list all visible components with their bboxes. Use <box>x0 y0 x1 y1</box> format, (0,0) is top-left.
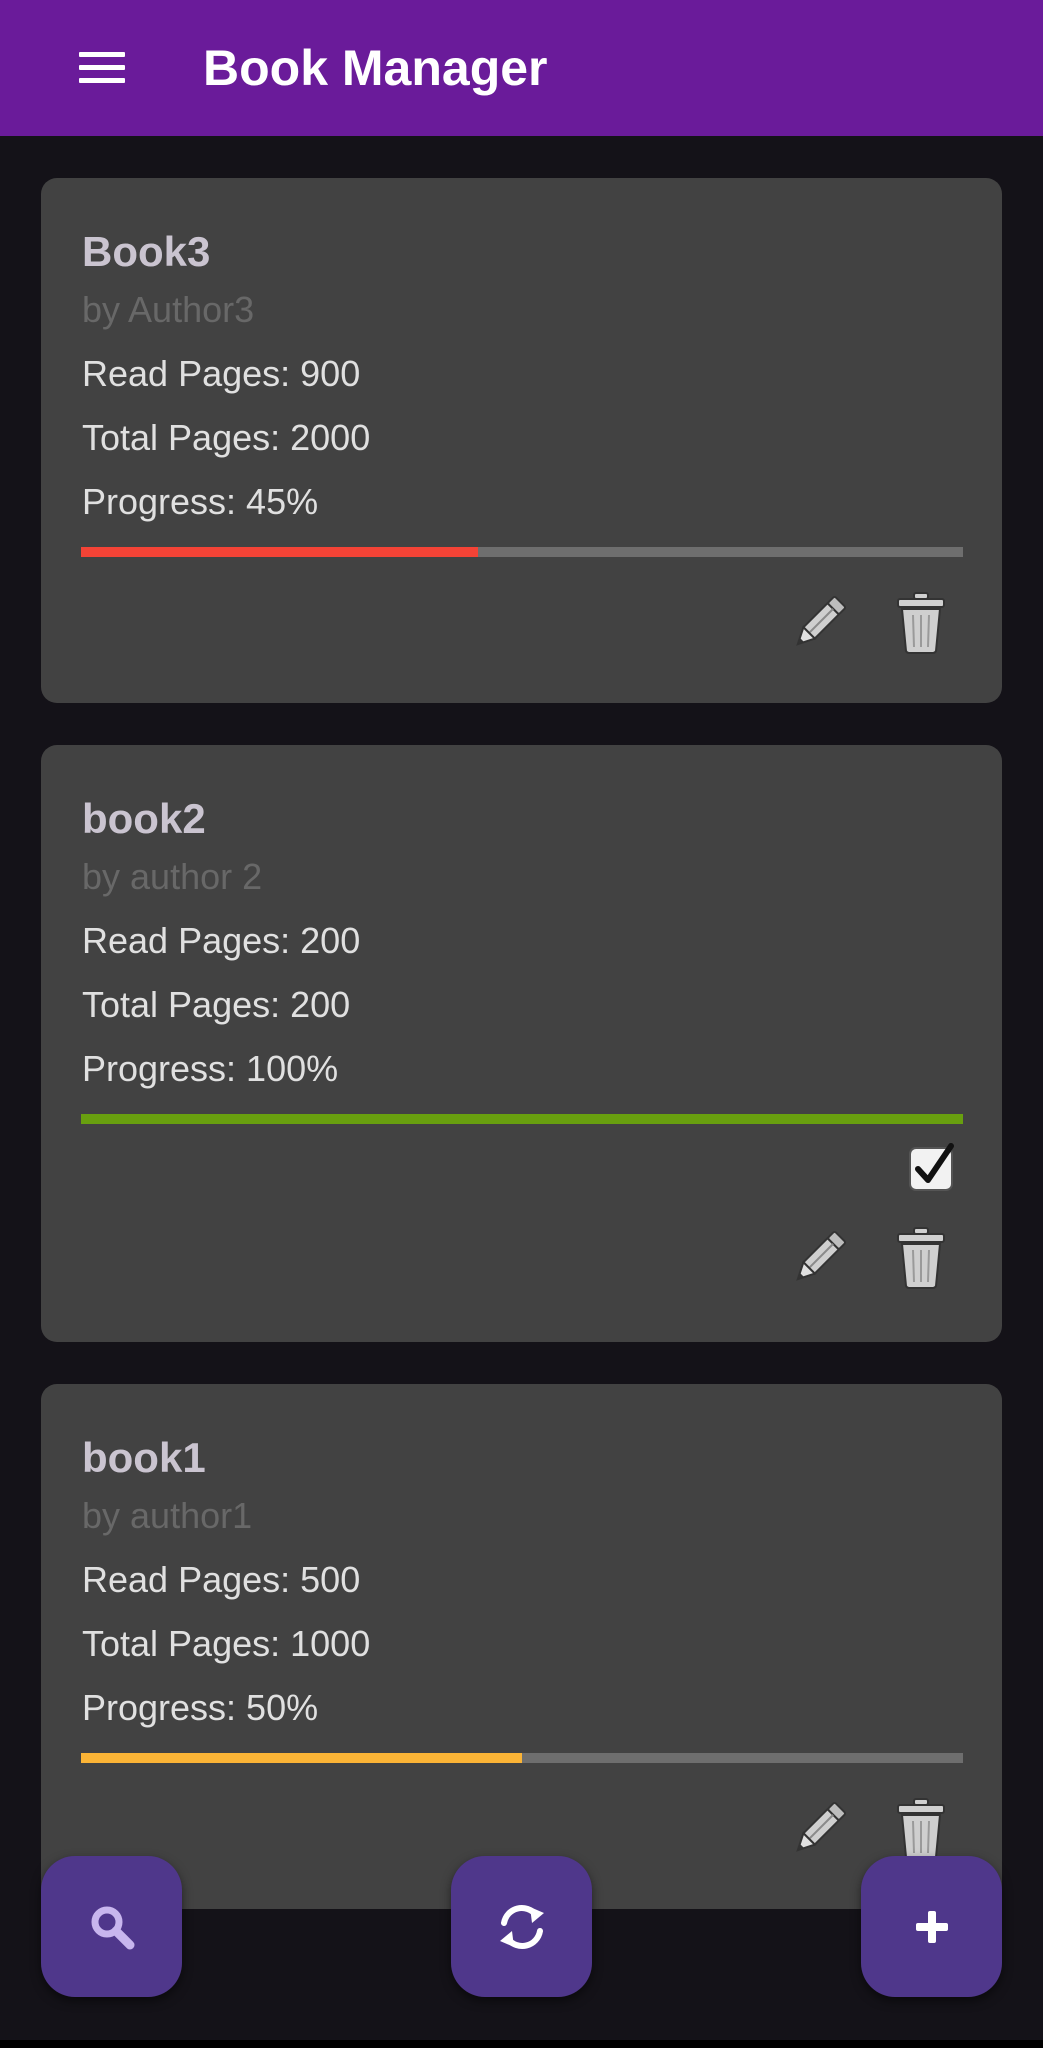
progress-bar <box>81 547 963 557</box>
completed-checkbox[interactable] <box>907 1143 957 1193</box>
pencil-icon <box>796 1801 847 1852</box>
trash-icon <box>897 1227 945 1289</box>
progress-text: Progress: 45% <box>82 481 319 522</box>
add-book-button[interactable] <box>861 1856 1002 1997</box>
total-pages: Total Pages: 1000 <box>82 1623 371 1664</box>
search-button[interactable] <box>41 1856 182 1997</box>
pencil-icon <box>796 595 847 646</box>
progress-fill <box>81 547 478 557</box>
edit-button[interactable] <box>781 1220 857 1296</box>
hamburger-menu-icon <box>79 52 125 83</box>
book-author: by Author3 <box>82 289 255 330</box>
menu-button[interactable] <box>62 34 142 102</box>
trash-icon <box>897 1798 945 1860</box>
progress-fill <box>81 1753 522 1763</box>
total-pages: Total Pages: 2000 <box>82 417 371 458</box>
progress-bar <box>81 1753 963 1763</box>
sync-icon <box>499 1904 544 1949</box>
read-pages: Read Pages: 500 <box>82 1559 361 1600</box>
book-card: Book3 by Author3 Read Pages: 900 Total P… <box>41 178 1002 703</box>
delete-button[interactable] <box>883 585 959 661</box>
progress-text: Progress: 100% <box>82 1048 339 1089</box>
progress-text: Progress: 50% <box>82 1687 319 1728</box>
progress-fill <box>81 1114 963 1124</box>
total-pages: Total Pages: 200 <box>82 984 351 1025</box>
trash-icon <box>897 592 945 654</box>
book-card: book1 by author1 Read Pages: 500 Total P… <box>41 1384 1002 1909</box>
delete-button[interactable] <box>883 1220 959 1296</box>
book-title: Book3 <box>82 228 211 275</box>
pencil-icon <box>796 1230 847 1281</box>
book-title: book1 <box>82 1434 206 1481</box>
book-author: by author1 <box>82 1495 253 1536</box>
read-pages: Read Pages: 200 <box>82 920 361 961</box>
read-pages: Read Pages: 900 <box>82 353 361 394</box>
checkbox-checked-icon <box>909 1143 954 1191</box>
edit-button[interactable] <box>781 585 857 661</box>
book-title: book2 <box>82 795 206 842</box>
book-author: by author 2 <box>82 856 263 897</box>
app-bar: Book Manager <box>0 0 1043 136</box>
page-title: Book Manager <box>203 40 548 96</box>
search-icon <box>91 1906 134 1949</box>
book-card: book2 by author 2 Read Pages: 200 Total … <box>41 745 1002 1342</box>
navigation-bar <box>0 2040 1043 2048</box>
sync-button[interactable] <box>451 1856 592 1997</box>
progress-bar <box>81 1114 963 1124</box>
edit-button[interactable] <box>781 1791 857 1867</box>
plus-icon <box>915 1910 948 1943</box>
